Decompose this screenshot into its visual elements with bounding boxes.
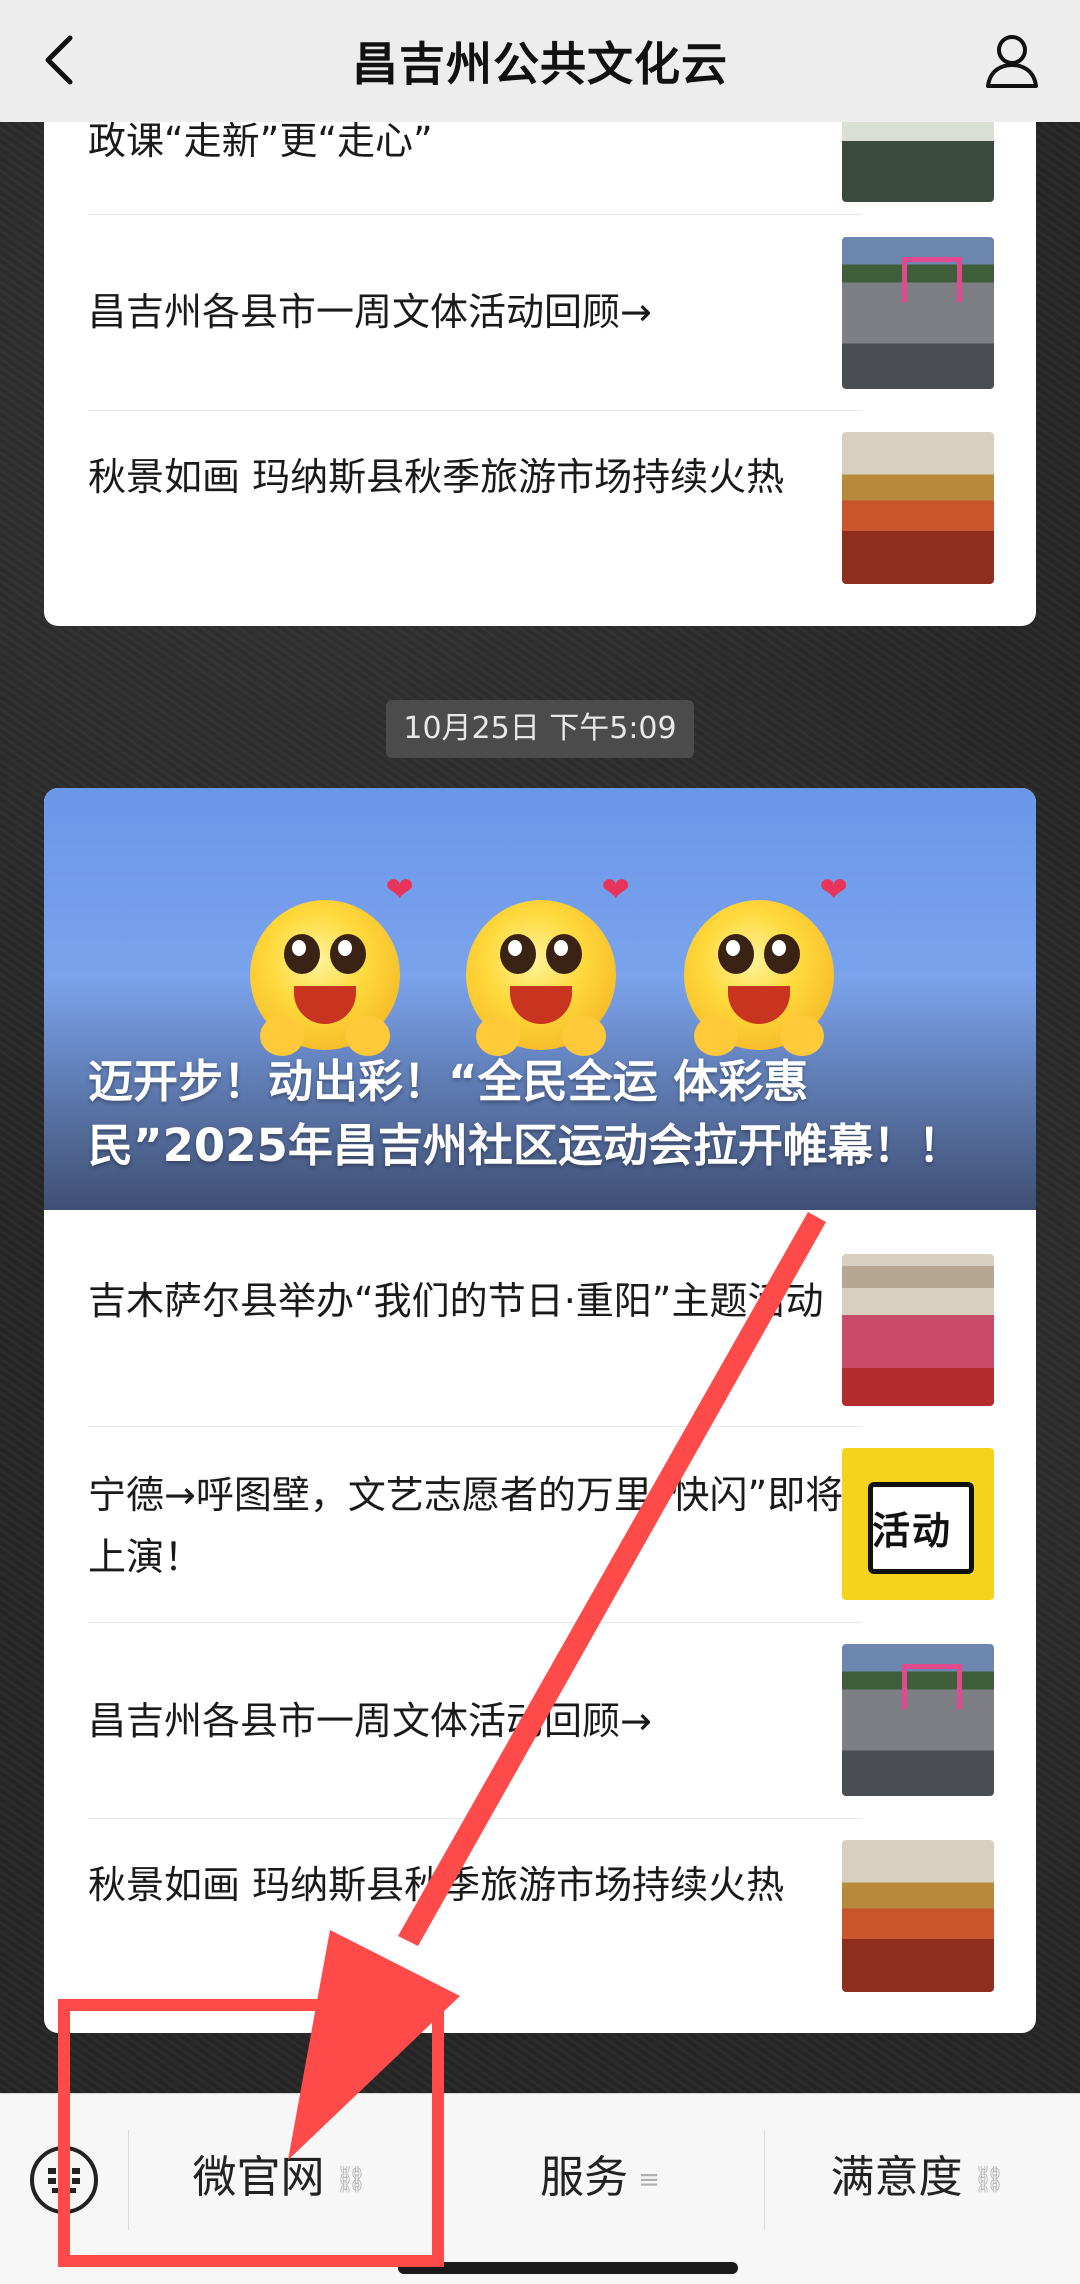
annotation-arrow-icon xyxy=(288,1212,826,2160)
